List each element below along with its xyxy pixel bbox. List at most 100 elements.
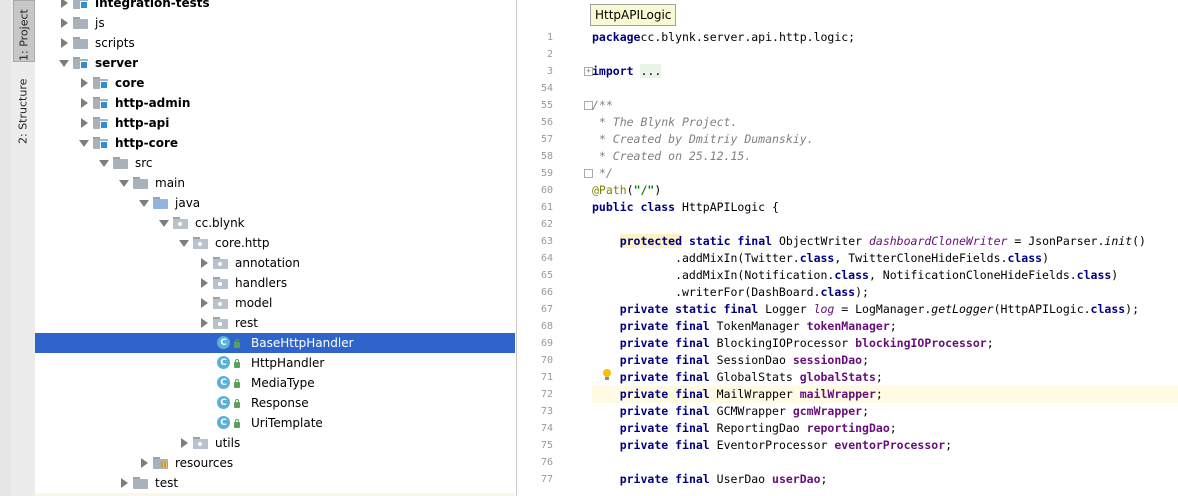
line-number: 67 [540, 304, 553, 315]
tree-item-label: http-admin [115, 96, 191, 110]
code-line[interactable]: private final UserDao userDao; [592, 471, 1178, 488]
expand-arrow-down-icon[interactable] [179, 240, 189, 247]
tree-item-folder[interactable]: java [35, 193, 515, 213]
expand-arrow-right-icon[interactable] [81, 78, 88, 88]
tree-item-class[interactable]: C Response [35, 393, 515, 413]
tree-item-class[interactable]: C HttpHandler [35, 353, 515, 373]
tree-item-folder[interactable]: http-core [35, 133, 515, 153]
expand-arrow-right-icon[interactable] [61, 0, 68, 8]
code-area[interactable]: packagecc.blynk.server.api.http.logic; im… [592, 27, 1178, 496]
code-line[interactable]: private final MailWrapper mailWrapper; [592, 386, 1178, 403]
tree-item-folder[interactable]: http-api [35, 113, 515, 133]
tree-item-label: js [95, 16, 105, 30]
code-token: TokenManager [709, 319, 807, 333]
tree-item-folder[interactable]: src [35, 153, 515, 173]
tree-item-folder[interactable]: handlers [35, 273, 515, 293]
code-token: private final [619, 438, 710, 452]
line-number: 56 [540, 117, 553, 128]
code-editor[interactable]: HttpAPILogic 1 2 3 54 55 56 57 58 59 60 61 62 63 64 65… [516, 0, 1178, 496]
code-line[interactable] [592, 46, 1178, 63]
code-line[interactable]: * Created on 25.12.15. [592, 148, 1178, 165]
tree-item-folder[interactable]: http-admin [35, 93, 515, 113]
expand-arrow-right-icon[interactable] [61, 18, 68, 28]
code-line[interactable]: import ... [592, 63, 1178, 80]
tree-item-label: rest [235, 316, 259, 330]
tree-item-folder[interactable]: model [35, 293, 515, 313]
editor-breadcrumb[interactable]: HttpAPILogic [590, 4, 677, 26]
structure-tool-button[interactable]: 2: Structure [13, 64, 33, 144]
tree-item-label: annotation [235, 256, 300, 270]
expand-arrow-right-icon[interactable] [201, 278, 208, 288]
code-line[interactable] [592, 454, 1178, 471]
expand-arrow-down-icon[interactable] [99, 160, 109, 167]
module-folder-icon [93, 97, 109, 109]
code-line[interactable]: */ [592, 165, 1178, 182]
line-number: 55 [540, 100, 553, 111]
code-line[interactable]: /** [592, 97, 1178, 114]
expand-arrow-down-icon[interactable] [119, 180, 129, 187]
code-line[interactable]: .addMixIn(Notification.class, Notificati… [592, 267, 1178, 284]
tree-item-folder[interactable]: cc.blynk [35, 213, 515, 233]
code-line[interactable] [592, 80, 1178, 97]
expand-arrow-right-icon[interactable] [121, 478, 128, 488]
code-line[interactable]: packagecc.blynk.server.api.http.logic; [592, 29, 1178, 46]
code-token: static final [688, 234, 773, 248]
code-line[interactable]: protected static final ObjectWriter dash… [592, 233, 1178, 250]
tree-item-folder[interactable]: server [35, 53, 515, 73]
lightbulb-icon[interactable] [602, 369, 612, 381]
tree-item-folder[interactable]: core.http [35, 233, 515, 253]
expand-arrow-right-icon[interactable] [61, 38, 68, 48]
line-number: 61 [540, 202, 553, 213]
tree-item-folder[interactable]: main [35, 173, 515, 193]
tree-item-folder[interactable]: utils [35, 433, 515, 453]
expand-arrow-right-icon[interactable] [201, 318, 208, 328]
code-line[interactable]: private final TokenManager tokenManager; [592, 318, 1178, 335]
tree-item-class[interactable]: C MediaType [35, 373, 515, 393]
code-token: ); [1125, 302, 1140, 316]
code-line[interactable]: private final GCMWrapper gcmWrapper; [592, 403, 1178, 420]
code-token: mailWrapper [799, 387, 876, 401]
expand-arrow-right-icon[interactable] [201, 258, 208, 268]
tree-item-class[interactable]: C BaseHttpHandler [35, 333, 515, 353]
code-token: class [1090, 302, 1126, 316]
code-line[interactable]: public class HttpAPILogic { [592, 199, 1178, 216]
code-line[interactable]: private final GlobalStats globalStats; [592, 369, 1178, 386]
tree-item-folder[interactable]: rest [35, 313, 515, 333]
expand-arrow-right-icon[interactable] [141, 458, 148, 468]
code-line[interactable]: * Created by Dmitriy Dumanskiy. [592, 131, 1178, 148]
code-line[interactable]: * The Blynk Project. [592, 114, 1178, 131]
code-line[interactable]: private static final Logger log = LogMan… [592, 301, 1178, 318]
code-line[interactable]: @Path("/") [592, 182, 1178, 199]
line-number: 65 [540, 270, 553, 281]
tree-item-folder[interactable]: js [35, 13, 515, 33]
expand-arrow-right-icon[interactable] [81, 118, 88, 128]
expand-arrow-down-icon[interactable] [59, 60, 69, 67]
tree-item-label: HttpHandler [251, 356, 325, 370]
tree-item-folder[interactable]: test [35, 473, 515, 493]
expand-arrow-right-icon[interactable] [201, 298, 208, 308]
line-number: 57 [540, 134, 553, 145]
tree-item-folder[interactable]: integration-tests [35, 0, 515, 13]
tree-item-label: src [135, 156, 153, 170]
code-line[interactable]: private final EventorProcessor eventorPr… [592, 437, 1178, 454]
expand-arrow-down-icon[interactable] [159, 220, 169, 227]
code-line[interactable]: private final BlockingIOProcessor blocki… [592, 335, 1178, 352]
project-tree[interactable]: integration-tests js scripts server core http… [35, 0, 515, 496]
expand-arrow-right-icon[interactable] [81, 98, 88, 108]
code-line[interactable]: private final ReportingDao reportingDao; [592, 420, 1178, 437]
code-token: private static final [619, 302, 759, 316]
tree-item-folder[interactable]: annotation [35, 253, 515, 273]
tree-item-folder[interactable]: core [35, 73, 515, 93]
code-line[interactable] [592, 216, 1178, 233]
project-tool-button[interactable]: 1: Project [13, 0, 35, 62]
tree-item-class[interactable]: C UriTemplate [35, 413, 515, 433]
code-token: class [1076, 268, 1112, 282]
expand-arrow-down-icon[interactable] [79, 140, 89, 147]
tree-item-folder[interactable]: resources [35, 453, 515, 473]
code-line[interactable]: private final SessionDao sessionDao; [592, 352, 1178, 369]
code-line[interactable]: .addMixIn(Twitter.class, TwitterCloneHid… [592, 250, 1178, 267]
expand-arrow-down-icon[interactable] [139, 200, 149, 207]
tree-item-folder[interactable]: scripts [35, 33, 515, 53]
code-line[interactable]: .writerFor(DashBoard.class); [592, 284, 1178, 301]
expand-arrow-right-icon[interactable] [181, 438, 188, 448]
